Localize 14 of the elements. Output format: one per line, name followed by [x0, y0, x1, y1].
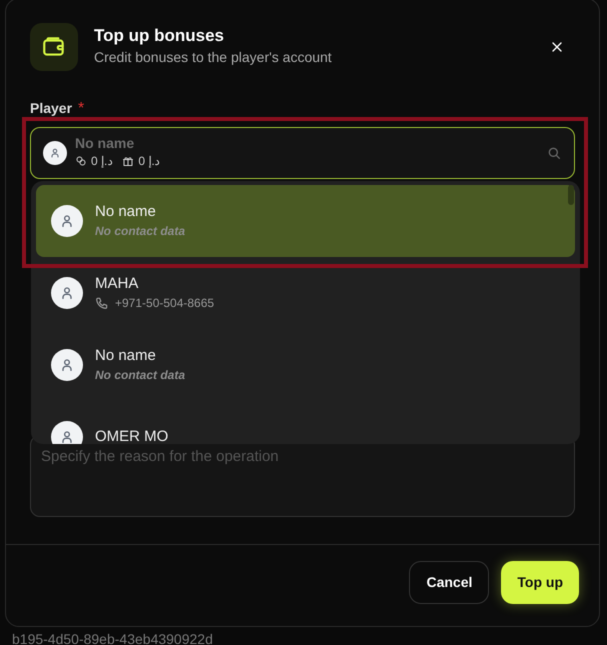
gift-balance: 0 د.إ — [138, 152, 160, 170]
dialog-title: Top up bonuses — [94, 26, 226, 47]
player-name: No name — [95, 202, 157, 222]
required-mark: * — [78, 100, 84, 117]
bonus-balance: 0 د.إ — [91, 152, 112, 170]
player-name: No name — [75, 136, 136, 152]
player-name: MAHA — [95, 274, 140, 294]
contact-detail: No contact data — [95, 222, 186, 240]
field-label: Player — [30, 100, 72, 116]
contact-detail: No contact data — [95, 366, 186, 384]
player-name: No name — [95, 346, 157, 366]
dialog-subtitle: Credit bonuses to the player's account — [94, 48, 332, 67]
phone-number: +971-50-504-8665 — [115, 294, 214, 312]
id-text: b195-4d50-89eb-43eb4390922d — [12, 630, 213, 645]
